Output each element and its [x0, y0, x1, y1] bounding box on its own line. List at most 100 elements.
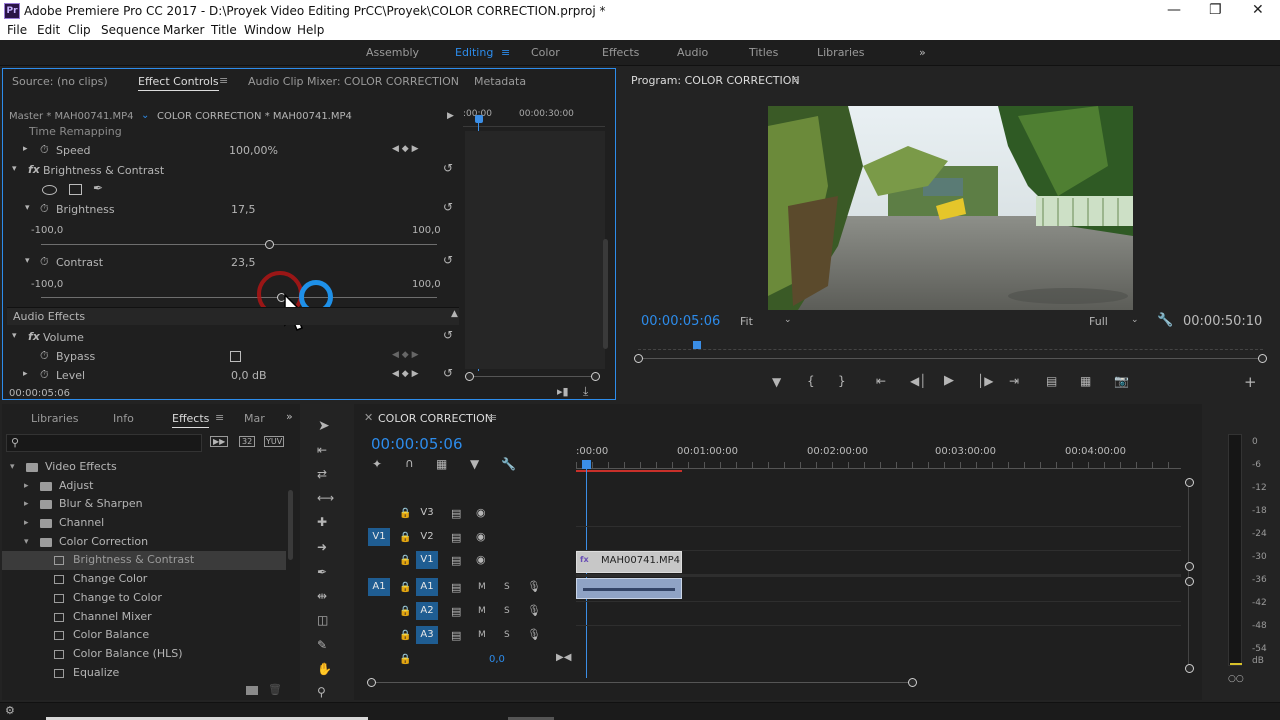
- minimize-icon[interactable]: —: [1167, 2, 1181, 18]
- speed-expand-icon[interactable]: ▸: [23, 144, 28, 154]
- slip-tool-icon[interactable]: ✒: [317, 565, 327, 579]
- program-playhead[interactable]: [693, 341, 701, 349]
- track-v1[interactable]: V1: [416, 551, 438, 569]
- workspace-menu-icon[interactable]: ≡: [501, 46, 510, 59]
- level-reset-icon[interactable]: ↺: [443, 366, 453, 380]
- bc-reset-icon[interactable]: ↺: [443, 161, 453, 175]
- timeline-ruler-ticks[interactable]: [576, 462, 1181, 469]
- extract-icon[interactable]: ▦: [1080, 374, 1091, 388]
- a3-voiceover-mic-icon[interactable]: 🎙: [527, 628, 541, 641]
- slide-tool-icon[interactable]: ⇹: [317, 589, 327, 603]
- mark-out-icon[interactable]: }: [838, 374, 846, 388]
- accelerated-effects-icon[interactable]: ▶▶: [210, 436, 229, 447]
- tab-effects[interactable]: Effects: [172, 412, 210, 428]
- effects-tree-item[interactable]: Channel Mixer: [2, 608, 286, 627]
- new-bin-icon[interactable]: [246, 686, 258, 695]
- v2-eye-icon[interactable]: ◉: [476, 530, 486, 543]
- master-end-icon[interactable]: ▶◀: [556, 652, 571, 663]
- effects-scrollbar[interactable]: [288, 490, 293, 560]
- workspace-color[interactable]: Color: [531, 46, 560, 59]
- lift-icon[interactable]: ▤: [1046, 374, 1057, 388]
- sequence-clip-label[interactable]: COLOR CORRECTION * MAH00741.MP4: [157, 111, 352, 122]
- pen-mask-icon[interactable]: ✒: [93, 181, 103, 195]
- bc-fx-icon[interactable]: fx: [28, 163, 40, 176]
- brightness-expand-icon[interactable]: ▾: [25, 203, 30, 213]
- add-marker-icon[interactable]: ▼: [772, 375, 781, 389]
- contrast-stopwatch-icon[interactable]: ⏱: [40, 255, 49, 269]
- pen-tool-icon[interactable]: ✎: [317, 638, 327, 652]
- brightness-value[interactable]: 17,5: [231, 203, 256, 216]
- a2-lock-icon[interactable]: 🔒: [399, 606, 411, 617]
- master-clip-label[interactable]: Master * MAH00741.MP4: [9, 111, 134, 122]
- v3-sync-icon[interactable]: ▤: [451, 507, 461, 520]
- razor-tool-icon[interactable]: ➜: [317, 540, 327, 554]
- ec-ruler[interactable]: :00:00 00:00:30:00: [463, 105, 605, 127]
- a3-lock-icon[interactable]: 🔒: [399, 630, 411, 641]
- timeline-vscroll-top[interactable]: [1185, 478, 1194, 487]
- program-scrub-bar[interactable]: [638, 358, 1263, 359]
- rectangle-mask-icon[interactable]: [69, 184, 82, 195]
- track-a3[interactable]: A3: [416, 626, 438, 644]
- bypass-checkbox[interactable]: [230, 351, 241, 362]
- source-a1-patch[interactable]: A1: [368, 578, 390, 596]
- video-clip[interactable]: fx MAH00741.MP4 [V]: [576, 551, 682, 573]
- program-video-frame[interactable]: [768, 106, 1133, 310]
- workspace-effects[interactable]: Effects: [602, 46, 639, 59]
- master-level[interactable]: 0,0: [489, 654, 505, 665]
- a1-solo-button[interactable]: S: [504, 582, 510, 592]
- a1-voiceover-mic-icon[interactable]: 🎙: [527, 580, 541, 593]
- quality-chevron-icon[interactable]: ⌄: [1131, 315, 1139, 325]
- effects-tree-item[interactable]: Equalize: [2, 664, 286, 683]
- bypass-stopwatch-icon[interactable]: ⏱: [40, 349, 49, 363]
- program-menu-icon[interactable]: ≡: [791, 73, 800, 86]
- ec-playhead-handle[interactable]: [475, 115, 483, 123]
- program-timecode[interactable]: 00:00:05:06: [641, 314, 720, 329]
- track-v2[interactable]: V2: [416, 528, 438, 546]
- a2-mute-button[interactable]: M: [478, 606, 486, 616]
- quality-dropdown[interactable]: Full: [1089, 315, 1108, 328]
- selection-tool-icon[interactable]: ➤: [318, 418, 330, 434]
- menu-edit[interactable]: Edit: [37, 23, 60, 37]
- tab-markers[interactable]: Mar: [244, 412, 265, 425]
- program-monitor-title[interactable]: Program: COLOR CORRECTION: [631, 74, 800, 87]
- workspace-titles[interactable]: Titles: [749, 46, 778, 59]
- brightness-reset-icon[interactable]: ↺: [443, 200, 453, 214]
- level-stopwatch-icon[interactable]: ⏱: [40, 368, 49, 382]
- workspace-assembly[interactable]: Assembly: [366, 46, 419, 59]
- v1-lock-icon[interactable]: 🔒: [399, 555, 411, 566]
- brightness-slider-track[interactable]: [41, 244, 437, 245]
- a1-mute-button[interactable]: M: [478, 582, 486, 592]
- v2-sync-icon[interactable]: ▤: [451, 531, 461, 544]
- menu-title[interactable]: Title: [211, 23, 237, 37]
- volume-fx-icon[interactable]: fx: [28, 330, 40, 343]
- meter-solo-icon[interactable]: ○○: [1228, 674, 1244, 684]
- menu-window[interactable]: Window: [244, 23, 291, 37]
- contrast-expand-icon[interactable]: ▾: [25, 256, 30, 266]
- v2-lock-icon[interactable]: 🔒: [399, 532, 411, 543]
- a1-sync-icon[interactable]: ▤: [451, 581, 461, 594]
- audio-meter-bar[interactable]: [1228, 434, 1242, 666]
- v1-eye-icon[interactable]: ◉: [476, 553, 486, 566]
- speed-prev-keyframe-icon[interactable]: ◀ ◆ ▶: [392, 144, 419, 154]
- timeline-vscroll-mid2[interactable]: [1185, 577, 1194, 586]
- level-expand-icon[interactable]: ▸: [23, 369, 28, 379]
- program-scrub-left[interactable]: [634, 354, 643, 363]
- tab-effect-controls-menu-icon[interactable]: ≡: [219, 74, 228, 87]
- a3-mute-button[interactable]: M: [478, 630, 486, 640]
- a3-solo-button[interactable]: S: [504, 630, 510, 640]
- yuv-effects-badge[interactable]: YUV: [264, 436, 285, 447]
- workspace-overflow-icon[interactable]: »: [919, 46, 926, 59]
- timeline-vscroll-mid[interactable]: [1185, 562, 1194, 571]
- fit-dropdown[interactable]: Fit: [740, 315, 753, 328]
- ripple-edit-tool-icon[interactable]: ⇄: [317, 467, 327, 481]
- timeline-hscroll-left[interactable]: [367, 678, 376, 687]
- chevron-right-icon[interactable]: ▸: [24, 514, 29, 533]
- timeline-hscroll[interactable]: [371, 682, 913, 683]
- effects-tree-item[interactable]: ▸ Adjust: [2, 477, 286, 496]
- track-select-tool-icon[interactable]: ⇤: [317, 443, 327, 457]
- menu-marker[interactable]: Marker: [163, 23, 204, 37]
- mark-in-icon[interactable]: {: [807, 374, 815, 388]
- tab-audio-clip-mixer[interactable]: Audio Clip Mixer: COLOR CORRECTION: [248, 75, 459, 88]
- linked-selection-icon[interactable]: ▦: [436, 457, 447, 471]
- effects-tree-item[interactable]: Color Balance: [2, 626, 286, 645]
